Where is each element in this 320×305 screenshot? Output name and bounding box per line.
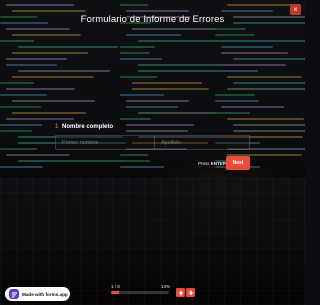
arrow-up-icon	[178, 290, 183, 295]
background	[0, 0, 305, 305]
question-label: 1 Nombre completo	[55, 124, 113, 130]
badge-text: Made with forms.app	[22, 291, 68, 297]
forms-app-logo-icon	[9, 289, 19, 299]
question-number: 1	[55, 124, 59, 130]
close-icon: ×	[293, 5, 298, 14]
next-question-button[interactable]	[186, 288, 195, 297]
progress-counter: 1 / 8	[111, 284, 120, 289]
form-title: Formulario de Informe de Errores	[80, 14, 225, 25]
press-hint-text: Press	[198, 161, 210, 166]
arrow-down-icon	[188, 290, 193, 295]
previous-question-button[interactable]	[176, 288, 185, 297]
first-name-input[interactable]	[55, 135, 155, 150]
press-enter-hint: Press ENTER	[198, 161, 226, 166]
progress-fill	[111, 291, 119, 294]
background-shade	[0, 0, 305, 305]
press-hint-key: ENTER	[210, 161, 227, 166]
last-name-input[interactable]	[155, 135, 250, 150]
progress-bar	[111, 291, 169, 294]
next-button[interactable]: Next	[226, 156, 250, 170]
question-text: Nombre completo	[62, 124, 114, 130]
made-with-badge[interactable]: Made with forms.app	[5, 287, 70, 301]
progress-percent: 13%	[161, 284, 171, 289]
